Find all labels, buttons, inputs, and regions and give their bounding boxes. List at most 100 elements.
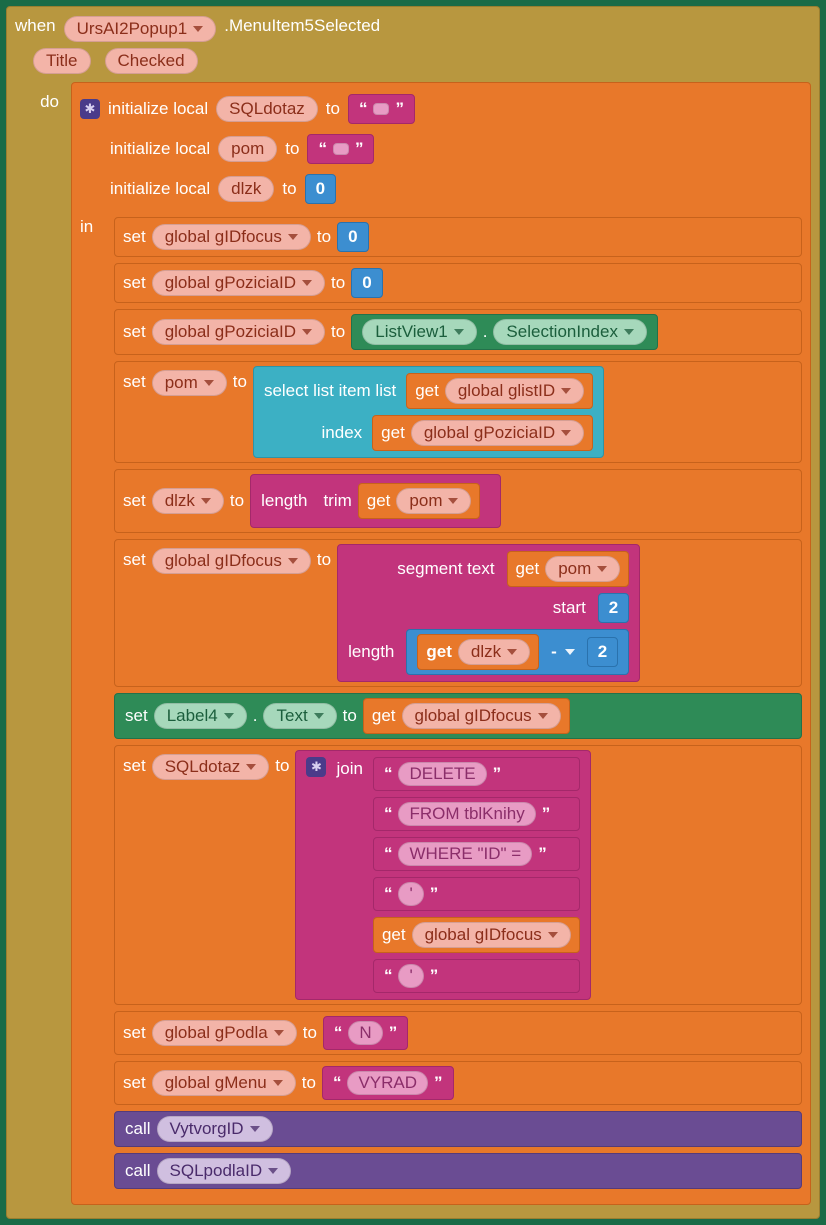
set-gpodla[interactable]: set global gPodla to “N” [114,1011,802,1055]
in-label: in [80,217,106,237]
chevron-down-icon [224,713,234,719]
number-literal[interactable]: 0 [351,268,382,298]
var-gidfocus[interactable]: global gIDfocus [152,224,311,250]
set-gpoziciaid-0[interactable]: set global gPoziciaID to 0 [114,263,802,303]
set-label4-text[interactable]: set Label4 . Text to get global gIDfocus [114,693,802,739]
listview-dropdown[interactable]: ListView1 [362,319,476,345]
chevron-down-icon [314,713,324,719]
chevron-down-icon [448,498,458,504]
segment-block[interactable]: segment text get pom start 2 [337,544,640,682]
do-label: do [15,92,63,112]
text-from[interactable]: “ FROM tblKnihy ” [373,797,580,831]
prop-selectionindex[interactable]: SelectionIndex [493,319,647,345]
text-prop-dropdown[interactable]: Text [263,703,336,729]
text-delete[interactable]: “DELETE ” [373,757,580,791]
math-minus[interactable]: get dlzk - 2 [406,629,629,675]
chevron-down-icon [538,713,548,719]
init-label: initialize local [110,139,210,159]
when-keyword: when [15,16,56,36]
proc-sqlpodlaid[interactable]: SQLpodlaID [157,1158,292,1184]
var-glistid[interactable]: global glistID [445,378,584,404]
var-dlzk[interactable]: dlzk [152,488,224,514]
get-pom[interactable]: get pom [358,483,481,519]
param-title[interactable]: Title [33,48,91,74]
var-gmenu[interactable]: global gMenu [152,1070,296,1096]
minus-dropdown[interactable]: - [545,642,581,662]
number-literal[interactable]: 2 [598,593,629,623]
text-where[interactable]: “ WHERE "ID" = ” [373,837,580,871]
chevron-down-icon [302,280,312,286]
text-literal[interactable]: “” [307,134,374,164]
var-sqldotaz[interactable]: SQLdotaz [216,96,318,122]
number-literal[interactable]: 2 [587,637,618,667]
select-list-item[interactable]: select list item list get global glistID… [253,366,604,458]
label4-dropdown[interactable]: Label4 [154,703,247,729]
get-gpoziciaid[interactable]: get global gPoziciaID [372,415,593,451]
init-label: initialize local [108,99,208,119]
text-n[interactable]: “N” [323,1016,408,1050]
to-label: to [285,139,299,159]
set-gidfocus-0[interactable]: set global gIDfocus to 0 [114,217,802,257]
text-vyrad[interactable]: “VYRAD” [322,1066,454,1100]
chevron-down-icon [624,329,634,335]
call-sqlpodlaid[interactable]: call SQLpodlaID [114,1153,802,1189]
chevron-down-icon [274,1030,284,1036]
set-gmenu[interactable]: set global gMenu to “VYRAD” [114,1061,802,1105]
chevron-down-icon [507,649,517,655]
component-dropdown[interactable]: UrsAI2Popup1 [64,16,217,42]
var-gpoziciaid[interactable]: global gPoziciaID [152,319,325,345]
chevron-down-icon [204,380,214,386]
chevron-down-icon [193,26,203,32]
text-quote2[interactable]: “'” [373,959,580,993]
get-glistid[interactable]: get global glistID [406,373,593,409]
var-gpoziciaid2[interactable]: global gPoziciaID [411,420,584,446]
chevron-down-icon [288,558,298,564]
chevron-down-icon [273,1080,283,1086]
get-pom[interactable]: get pom [507,551,630,587]
var-pom[interactable]: pom [152,370,227,396]
gear-icon[interactable]: ✱ [306,757,326,777]
text-literal[interactable]: “” [348,94,415,124]
get-gidfocus[interactable]: get global gIDfocus [373,917,580,953]
set-gpoziciaid-selidx[interactable]: set global gPoziciaID to ListView1 . Sel… [114,309,802,355]
set-gidfocus-segment[interactable]: set global gIDfocus to segment text get … [114,539,802,687]
chevron-down-icon [302,329,312,335]
init-local-block[interactable]: ✱ initialize local SQLdotaz to “” initia… [71,82,811,1205]
to-label: to [282,179,296,199]
chevron-down-icon [548,932,558,938]
var-dlzk[interactable]: dlzk [218,176,274,202]
trim-block[interactable]: trim get pom [313,479,490,523]
set-sqldotaz-join[interactable]: set SQLdotaz to ✱ join “DELETE ” “ FROM … [114,745,802,1005]
chevron-down-icon [268,1168,278,1174]
var-pom[interactable]: pom [218,136,277,162]
var-gpodla[interactable]: global gPodla [152,1020,297,1046]
chevron-down-icon [561,388,571,394]
chevron-down-icon [597,566,607,572]
event-block-when[interactable]: when UrsAI2Popup1 .MenuItem5Selected Tit… [6,6,820,1219]
set-pom-select[interactable]: set pom to select list item list get glo… [114,361,802,463]
join-block[interactable]: ✱ join “DELETE ” “ FROM tblKnihy ” “ WHE… [295,750,590,1000]
get-gidfocus[interactable]: get global gIDfocus [363,698,570,734]
chevron-down-icon [288,234,298,240]
chevron-down-icon [561,430,571,436]
text-quote1[interactable]: “'” [373,877,580,911]
proc-vytvorgid[interactable]: VytvorgID [157,1116,273,1142]
call-vytvorgid[interactable]: call VytvorgID [114,1111,802,1147]
get-dlzk[interactable]: get dlzk [417,634,539,670]
var-gpoziciaid[interactable]: global gPoziciaID [152,270,325,296]
get-selectionindex[interactable]: ListView1 . SelectionIndex [351,314,658,350]
var-sqldotaz[interactable]: SQLdotaz [152,754,270,780]
event-name: .MenuItem5Selected [224,16,380,36]
to-label: to [326,99,340,119]
chevron-down-icon [250,1126,260,1132]
chevron-down-icon [565,649,575,655]
var-pom[interactable]: pom [396,488,471,514]
number-literal[interactable]: 0 [305,174,336,204]
length-block[interactable]: length trim get pom [250,474,501,528]
var-gidfocus[interactable]: global gIDfocus [152,548,311,574]
param-checked[interactable]: Checked [105,48,198,74]
number-literal[interactable]: 0 [337,222,368,252]
init-label: initialize local [110,179,210,199]
gear-icon[interactable]: ✱ [80,99,100,119]
set-dlzk-length[interactable]: set dlzk to length trim get pom [114,469,802,533]
